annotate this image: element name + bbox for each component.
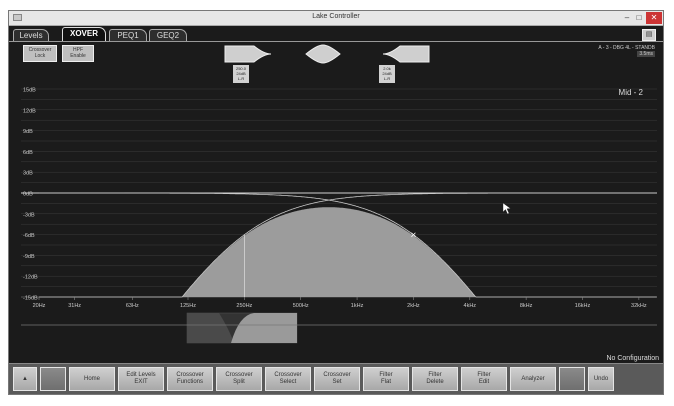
app-window: Lake Controller – □ ✕ Levels XOVER PEQ1 … xyxy=(8,10,664,395)
channel-label: Mid - 2 xyxy=(619,88,644,97)
window-title: Lake Controller xyxy=(312,13,360,20)
module-info-line2: 3.5ms xyxy=(637,51,655,57)
filter-delete-button-label: Filter Delete xyxy=(426,372,443,386)
y-tick-label: 0dB xyxy=(23,192,33,198)
crossover-functions-button-label: Crossover Functions xyxy=(176,372,203,386)
x-tick-label: 1kHz xyxy=(351,303,364,309)
hpf-enable-button[interactable]: HPF Enable xyxy=(62,45,94,62)
minimize-button[interactable]: – xyxy=(621,12,633,24)
y-tick-label: 12dB xyxy=(23,108,36,114)
x-tick-label: 4kHz xyxy=(464,303,477,309)
edit-levels-exit-button[interactable]: Edit Levels EXIT xyxy=(118,367,164,391)
x-tick-label: 500Hz xyxy=(293,303,309,309)
filter-delete-button-label-line2: Delete xyxy=(426,379,444,385)
crossover-split-button-label-line1: Crossover xyxy=(225,372,253,378)
lowpass-filter-icon[interactable] xyxy=(382,44,430,64)
filter-flat-button-label-line1: Filter xyxy=(379,372,393,378)
home-button[interactable]: Home xyxy=(69,367,115,391)
filter-edit-button-label-line2: Edit xyxy=(478,379,490,385)
y-tick-label: -6dB xyxy=(23,233,35,239)
bandpass-filter-icon[interactable] xyxy=(305,44,341,64)
crossover-functions-button-label-line1: Crossover xyxy=(176,372,204,378)
y-tick-label: -12dB xyxy=(23,275,38,281)
crossover-split-button[interactable]: Crossover Split xyxy=(216,367,262,391)
x-tick-label: 16kHz xyxy=(575,303,591,309)
x-tick-label: 31Hz xyxy=(68,303,81,309)
x-tick-label: 125Hz xyxy=(180,303,196,309)
y-tick-label: 15dB xyxy=(23,88,36,94)
title-bar: Lake Controller – □ ✕ xyxy=(9,11,663,26)
tab-bar: Levels XOVER PEQ1 GEQ2 xyxy=(9,26,663,42)
home-button-label: Home xyxy=(84,376,100,383)
up-button[interactable]: ▲ xyxy=(13,367,37,391)
mouse-pointer-icon xyxy=(502,202,512,215)
crossover-set-button-label-line2: Set xyxy=(332,379,342,385)
crossover-lock-label-2: Lock xyxy=(34,53,46,59)
status-text: No Configuration xyxy=(606,355,659,362)
crossover-functions-button[interactable]: Crossover Functions xyxy=(167,367,213,391)
frequency-response-graph[interactable]: Mid - 2 15dB 12dB 9dB 6dB 3dB 0dB -3dB -6dB -9dB… xyxy=(9,83,663,355)
up-button-label-line1: ▲ xyxy=(22,375,28,382)
analyzer-button-label: Analyzer xyxy=(521,376,544,383)
hpf-enable-label-2: Enable xyxy=(70,53,86,59)
analyzer-button[interactable]: Analyzer xyxy=(510,367,556,391)
x-tick-label: 250Hz xyxy=(236,303,252,309)
home-button-label-line1: Home xyxy=(83,375,100,382)
crossover-lock-button[interactable]: Crossover Lock xyxy=(23,45,57,62)
crossover-select-button-label-line2: Select xyxy=(279,379,297,385)
up-button-label: ▲ xyxy=(22,376,28,383)
crossover-set-button[interactable]: Crossover Set xyxy=(314,367,360,391)
x-tick-label: 2kHz xyxy=(407,303,420,309)
crossover-set-button-label-line1: Crossover xyxy=(323,372,351,378)
filter-flat-button-label: Filter Flat xyxy=(379,372,392,386)
x-tick-label: 63Hz xyxy=(126,303,139,309)
lpf-type: L-R xyxy=(383,76,391,81)
crossover-select-button[interactable]: Crossover Select xyxy=(265,367,311,391)
highpass-filter-readout[interactable]: 250.0 24dB L-R xyxy=(233,65,249,83)
module-info: A - 3 - DBG 4L - STANDB 3.5ms xyxy=(587,45,655,60)
blank-button[interactable] xyxy=(40,367,66,391)
highpass-filter-icon[interactable] xyxy=(224,44,272,64)
filter-flat-button[interactable]: Filter Flat xyxy=(363,367,409,391)
crossover-split-button-label-line2: Split xyxy=(233,379,245,385)
lowpass-filter-readout[interactable]: 2.0k 24dB L-R xyxy=(379,65,395,83)
filter-delete-button-label-line1: Filter xyxy=(428,372,442,378)
y-tick-label: 6dB xyxy=(23,150,33,156)
crossover-functions-button-label-line2: Functions xyxy=(176,379,203,385)
filter-edit-button[interactable]: Filter Edit xyxy=(461,367,507,391)
menu-corner-button[interactable]: ▤ xyxy=(642,29,656,41)
crossover-split-button-label: Crossover Split xyxy=(225,372,252,386)
undo-button-label-line1: Undo xyxy=(593,375,609,382)
filter-delete-button[interactable]: Filter Delete xyxy=(412,367,458,391)
maximize-button[interactable]: □ xyxy=(633,12,645,24)
x-tick-label: 20Hz xyxy=(33,303,46,309)
y-tick-label: -3dB xyxy=(23,212,35,218)
crossover-select-button-label-line1: Crossover xyxy=(274,372,302,378)
edit-levels-exit-button-label-line2: EXIT xyxy=(134,379,148,385)
x-tick-label: 32kHz xyxy=(631,303,647,309)
tab-xover[interactable]: XOVER xyxy=(62,27,106,42)
y-tick-label: -9dB xyxy=(23,254,35,260)
bandpass-area xyxy=(39,207,657,297)
close-button[interactable]: ✕ xyxy=(646,12,662,24)
x-tick-label: 8kHz xyxy=(520,303,533,309)
filter-flat-button-label-line2: Flat xyxy=(380,379,391,385)
hpf-type: L-R xyxy=(237,76,245,81)
blank-right-button[interactable] xyxy=(559,367,585,391)
filter-edit-button-label-line1: Filter xyxy=(477,372,491,378)
crossover-set-button-label: Crossover Set xyxy=(323,372,350,386)
filter-edit-button-label: Filter Edit xyxy=(477,372,490,386)
analyzer-button-label-line1: Analyzer xyxy=(521,375,545,382)
undo-button-label: Undo xyxy=(594,376,608,383)
undo-button[interactable]: Undo xyxy=(588,367,614,391)
tab-divider xyxy=(9,41,663,42)
edit-levels-exit-button-label: Edit Levels EXIT xyxy=(126,372,155,386)
crossover-select-button-label: Crossover Select xyxy=(274,372,301,386)
y-tick-label: 9dB xyxy=(23,129,33,135)
edit-levels-exit-button-label-line1: Edit Levels xyxy=(126,372,156,378)
y-tick-label: 3dB xyxy=(23,171,33,177)
bottom-toolbar: ▲ Home Edit Levels EXIT Crossover Functions Cr… xyxy=(9,363,663,394)
y-tick-label: -15dB xyxy=(23,296,38,302)
